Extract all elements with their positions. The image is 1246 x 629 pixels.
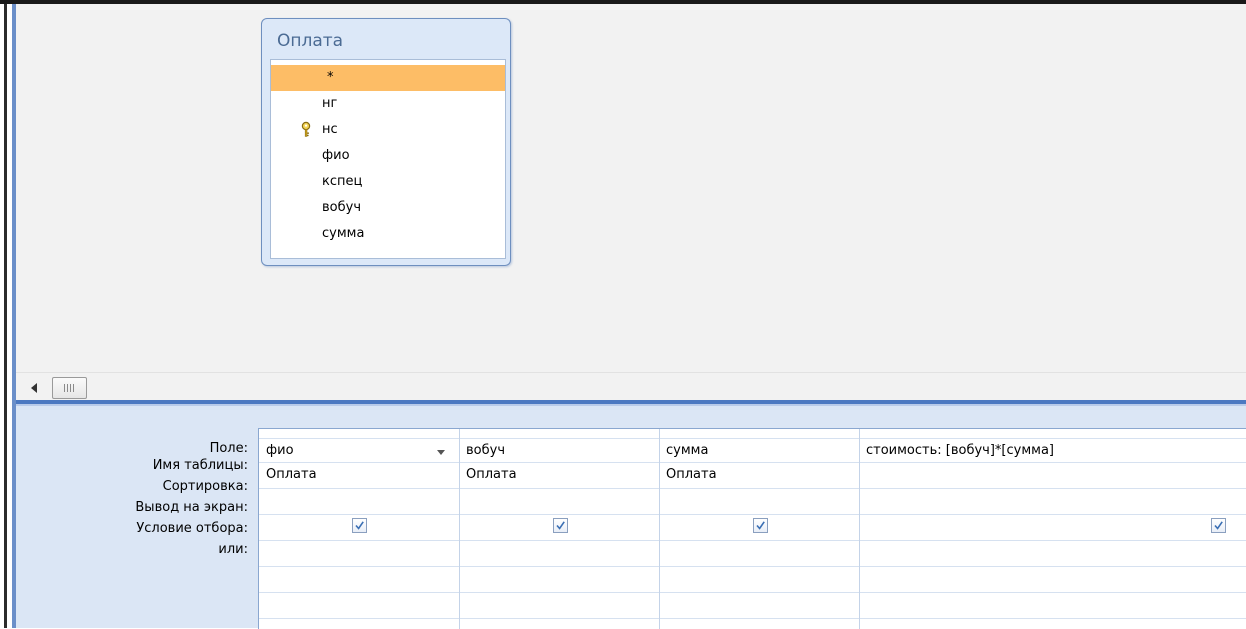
scroll-thumb-grip-icon xyxy=(64,384,75,392)
grid-table-cell[interactable]: Оплата xyxy=(666,466,717,483)
field-name: кспец xyxy=(322,174,363,189)
field-item-kspets[interactable]: кспец xyxy=(271,169,505,195)
field-item-summa[interactable]: сумма xyxy=(271,221,505,247)
dropdown-arrow-icon[interactable] xyxy=(437,450,445,455)
field-name: * xyxy=(327,70,334,85)
grid-field-cell[interactable]: стоимость: [вобуч]*[сумма] xyxy=(866,442,1054,459)
grid-row-divider xyxy=(259,514,1246,515)
table-field-list-oplata[interactable]: Оплата * нг нс фио кспец вобуч сумма xyxy=(261,18,511,266)
grid-column-divider xyxy=(459,429,460,629)
grid-row-divider xyxy=(259,540,1246,541)
field-item-vobuch[interactable]: вобуч xyxy=(271,195,505,221)
query-design-grid[interactable]: фио Оплата вобуч Оплата сумма Оплата сто… xyxy=(258,428,1246,629)
checkmark-icon xyxy=(1214,521,1223,530)
grid-column-divider xyxy=(659,429,660,629)
grid-field-cell[interactable]: вобуч xyxy=(466,442,505,459)
field-name: вобуч xyxy=(322,200,362,215)
grid-row-divider xyxy=(259,566,1246,567)
show-checkbox[interactable] xyxy=(352,518,367,533)
field-name: фио xyxy=(322,148,350,163)
show-checkbox[interactable] xyxy=(1211,518,1226,533)
grid-row-divider xyxy=(259,592,1246,593)
window-frame-left xyxy=(4,4,7,628)
checkmark-icon xyxy=(556,521,565,530)
show-checkbox[interactable] xyxy=(553,518,568,533)
grid-row-divider xyxy=(259,462,1246,463)
scroll-left-arrow-icon[interactable] xyxy=(31,383,37,393)
field-name: нс xyxy=(322,122,338,137)
row-label-field: Поле: xyxy=(209,441,248,456)
show-checkbox[interactable] xyxy=(753,518,768,533)
row-label-show: Вывод на экран: xyxy=(135,500,248,515)
checkmark-icon xyxy=(355,521,364,530)
field-name: сумма xyxy=(322,226,365,241)
grid-field-cell[interactable]: сумма xyxy=(666,442,708,459)
query-table-pane[interactable]: Оплата * нг нс фио кспец вобуч сумма xyxy=(16,4,1246,372)
row-label-or: или: xyxy=(218,542,248,557)
field-list[interactable]: * нг нс фио кспец вобуч сумма xyxy=(270,59,506,259)
checkmark-icon xyxy=(756,521,765,530)
row-label-table: Имя таблицы: xyxy=(152,458,248,473)
grid-field-cell[interactable]: фио xyxy=(266,442,294,459)
field-item-all[interactable]: * xyxy=(271,65,505,91)
key-icon xyxy=(301,121,311,139)
horizontal-scrollbar[interactable] xyxy=(16,372,1246,401)
grid-row-divider xyxy=(259,438,1246,439)
field-name: нг xyxy=(322,96,338,111)
grid-column-divider xyxy=(859,429,860,629)
field-item-ng[interactable]: нг xyxy=(271,91,505,117)
grid-table-cell[interactable]: Оплата xyxy=(466,466,517,483)
field-item-ns[interactable]: нс xyxy=(271,117,505,143)
field-item-fio[interactable]: фио xyxy=(271,143,505,169)
grid-row-divider xyxy=(259,488,1246,489)
scroll-thumb[interactable] xyxy=(52,377,87,399)
grid-table-cell[interactable]: Оплата xyxy=(266,466,317,483)
grid-row-divider xyxy=(259,618,1246,619)
row-label-criteria: Условие отбора: xyxy=(136,521,248,536)
table-title[interactable]: Оплата xyxy=(277,31,343,51)
row-label-sort: Сортировка: xyxy=(162,479,248,494)
